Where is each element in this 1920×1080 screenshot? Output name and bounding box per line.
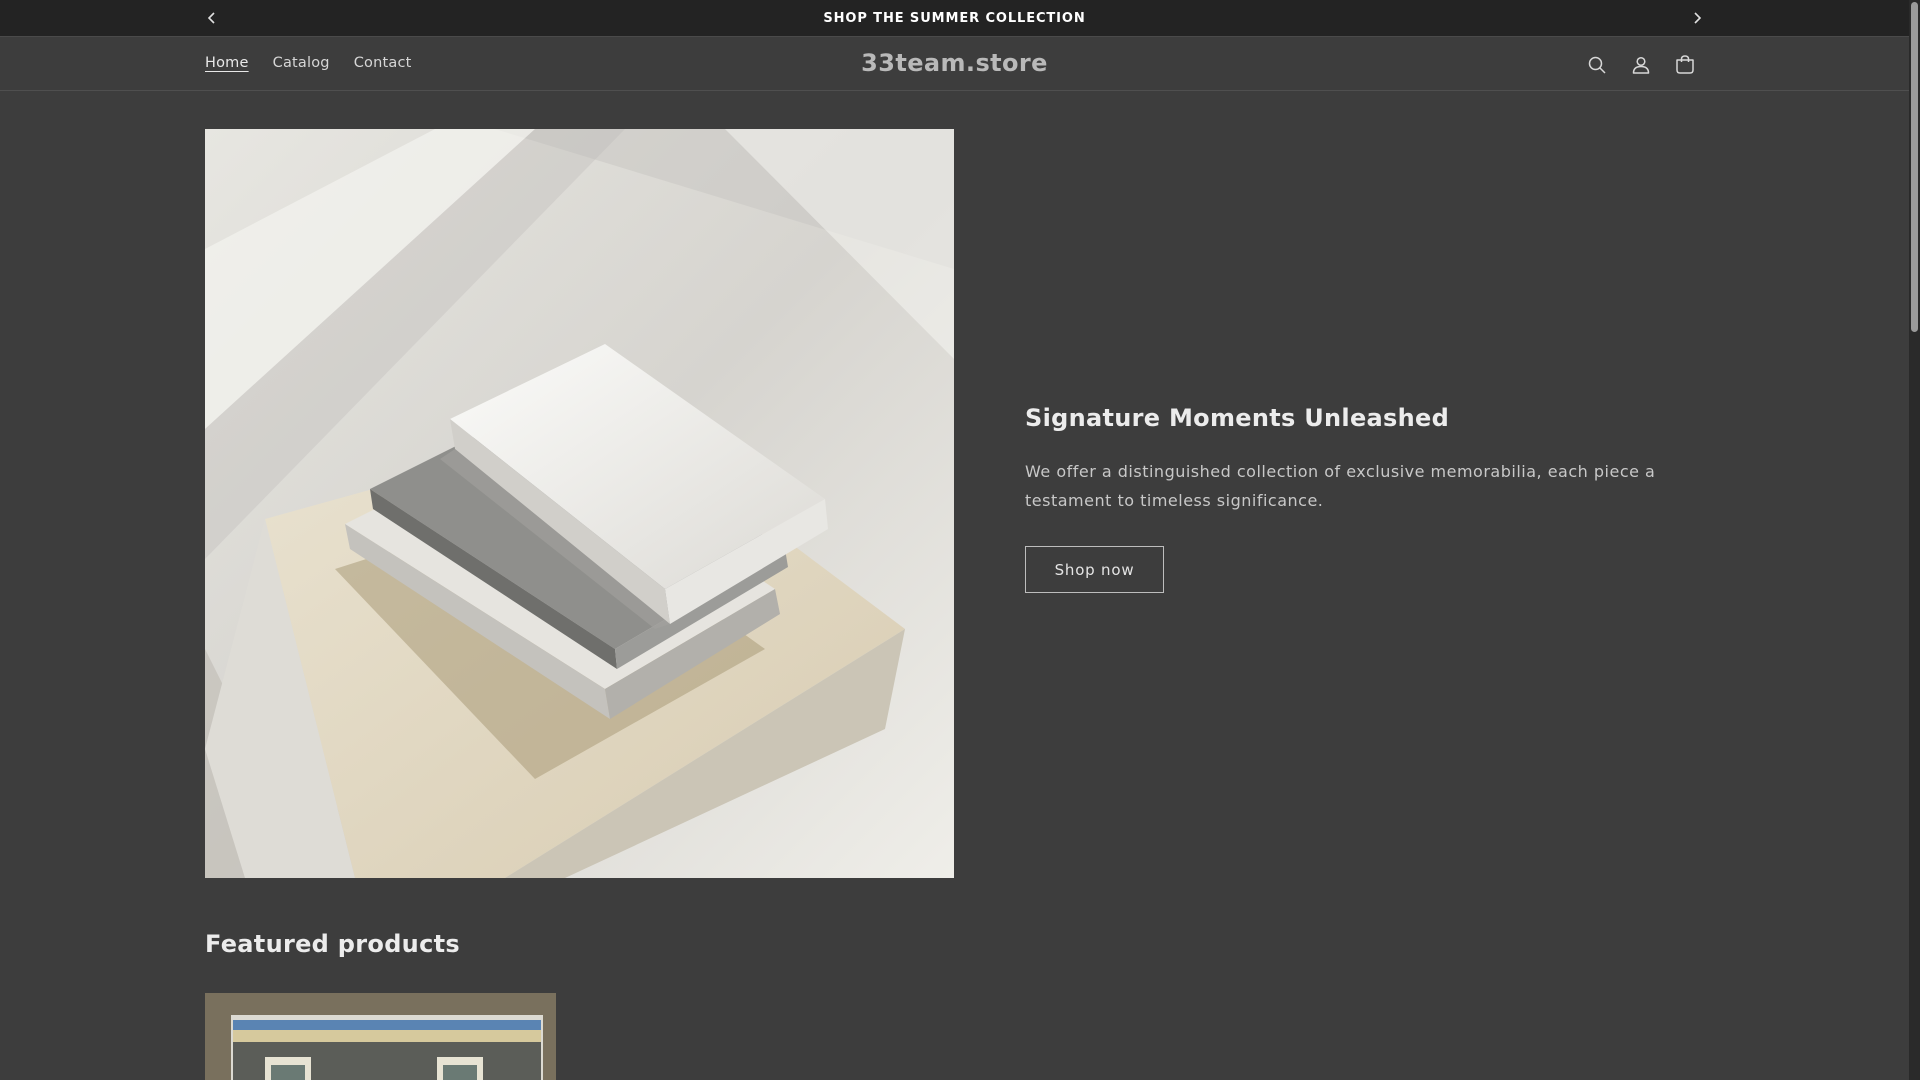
announcement-text: SHOP THE SUMMER COLLECTION bbox=[823, 10, 1086, 26]
product-card[interactable] bbox=[205, 993, 556, 1080]
shop-now-button[interactable]: Shop now bbox=[1025, 546, 1164, 593]
header-icons bbox=[1583, 51, 1699, 79]
cart-icon bbox=[1676, 55, 1694, 74]
books-on-box-illustration bbox=[205, 129, 954, 878]
account-button[interactable] bbox=[1627, 51, 1655, 79]
product-image bbox=[205, 993, 556, 1080]
account-icon bbox=[1632, 56, 1650, 74]
store-logo[interactable]: 33team.store bbox=[861, 49, 1048, 77]
hero-text: Signature Moments Unleashed We offer a d… bbox=[1025, 404, 1665, 593]
announcement-next-button[interactable] bbox=[1687, 8, 1707, 28]
nav-contact-link[interactable]: Contact bbox=[354, 55, 412, 71]
site-header: Home Catalog Contact 33team.store bbox=[0, 38, 1909, 91]
chevron-left-icon bbox=[207, 12, 215, 24]
cart-button[interactable] bbox=[1671, 51, 1699, 79]
search-button[interactable] bbox=[1583, 51, 1611, 79]
announcement-prev-button[interactable] bbox=[202, 8, 222, 28]
hero-description: We offer a distinguished collection of e… bbox=[1025, 462, 1656, 510]
nav-home-link[interactable]: Home bbox=[205, 55, 249, 71]
main-nav: Home Catalog Contact bbox=[205, 55, 436, 71]
scrollbar-thumb[interactable] bbox=[1911, 2, 1918, 332]
announcement-bar: SHOP THE SUMMER COLLECTION bbox=[0, 0, 1909, 37]
search-icon bbox=[1588, 56, 1606, 74]
hero-heading: Signature Moments Unleashed bbox=[1025, 404, 1450, 432]
nav-catalog-link[interactable]: Catalog bbox=[273, 55, 330, 71]
hero-image bbox=[205, 129, 954, 878]
chevron-right-icon bbox=[1694, 12, 1702, 24]
page-scrollbar[interactable] bbox=[1909, 0, 1920, 1080]
featured-products-heading: Featured products bbox=[205, 930, 460, 958]
